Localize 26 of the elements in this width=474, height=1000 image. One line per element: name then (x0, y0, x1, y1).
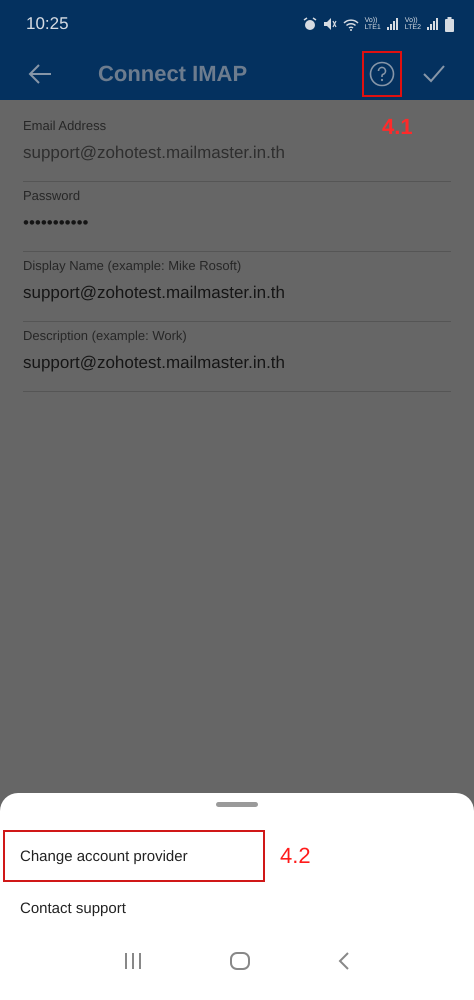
recent-apps-icon[interactable] (124, 953, 142, 969)
help-icon (369, 61, 395, 87)
checkmark-icon (423, 65, 445, 83)
home-icon[interactable] (230, 952, 250, 970)
help-button[interactable] (362, 51, 402, 97)
field-label: Description (example: Work) (23, 328, 187, 343)
alarm-icon (302, 17, 317, 31)
mute-icon (322, 17, 337, 31)
annotation-label: 4.1 (382, 114, 413, 140)
input-field[interactable]: support@zohotest.mailmaster.in.th (23, 353, 451, 373)
back-arrow-icon (28, 64, 52, 84)
input-field[interactable]: ••••••••••• (23, 213, 451, 233)
status-time: 10:25 (26, 14, 70, 34)
sheet-handle[interactable] (216, 802, 258, 807)
back-icon[interactable] (338, 952, 350, 970)
input-field[interactable]: support@zohotest.mailmaster.in.th (23, 283, 451, 303)
field-label: Password (23, 188, 80, 203)
field-label: Email Address (23, 118, 106, 133)
screen-title: Connect IMAP (98, 61, 248, 87)
annotation-label: 4.2 (280, 843, 311, 869)
signal-icon (427, 18, 439, 30)
battery-icon (445, 16, 454, 32)
menu-item[interactable]: Change account provider (3, 830, 265, 882)
signal-icon (386, 18, 399, 30)
wifi-icon (342, 18, 359, 30)
field-label: Display Name (example: Mike Rosoft) (23, 258, 242, 273)
